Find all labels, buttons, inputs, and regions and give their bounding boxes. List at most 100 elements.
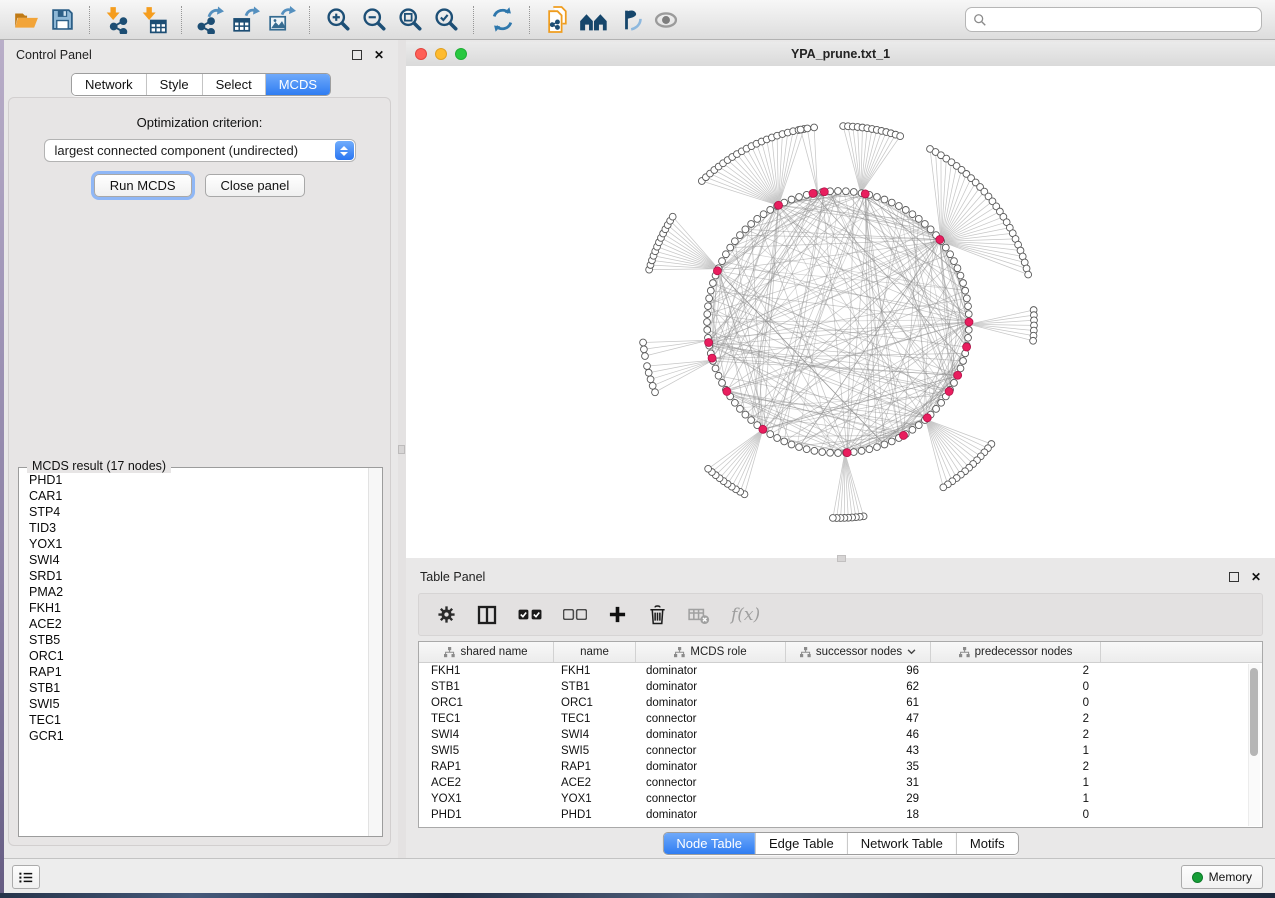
dominator-node[interactable]: [945, 387, 953, 395]
network-node[interactable]: [835, 188, 842, 195]
network-node[interactable]: [641, 346, 648, 353]
cell-shared-name[interactable]: SWI4: [419, 729, 554, 741]
network-node[interactable]: [921, 221, 928, 228]
network-node[interactable]: [850, 189, 857, 196]
search-field[interactable]: [965, 7, 1262, 32]
dominator-node[interactable]: [900, 431, 908, 439]
cell-shared-name[interactable]: YOX1: [419, 793, 554, 805]
memory-button[interactable]: Memory: [1181, 865, 1263, 889]
network-node[interactable]: [704, 319, 711, 326]
tab-style[interactable]: Style: [146, 74, 202, 95]
network-node[interactable]: [881, 441, 888, 448]
network-node[interactable]: [647, 376, 654, 383]
fit-content-button[interactable]: [394, 4, 426, 36]
dominator-node[interactable]: [936, 236, 944, 244]
cell-predecessor-nodes[interactable]: 0: [931, 809, 1101, 821]
cell-shared-name[interactable]: RAP1: [419, 761, 554, 773]
mcds-result-item[interactable]: STB1: [20, 680, 368, 696]
cell-predecessor-nodes[interactable]: 1: [931, 745, 1101, 757]
network-node[interactable]: [796, 194, 803, 201]
network-node[interactable]: [731, 399, 738, 406]
network-document-button[interactable]: [542, 4, 574, 36]
delete-column-button[interactable]: [648, 604, 667, 625]
dominator-node[interactable]: [820, 188, 828, 196]
cell-predecessor-nodes[interactable]: 2: [931, 729, 1101, 741]
first-neighbors-button[interactable]: [578, 4, 610, 36]
mcds-result-item[interactable]: STB5: [20, 632, 368, 648]
scrollbar-thumb[interactable]: [1250, 668, 1258, 756]
network-node[interactable]: [712, 365, 719, 372]
mcds-result-item[interactable]: PMA2: [20, 584, 368, 600]
refresh-button[interactable]: [486, 4, 518, 36]
tab-mcds[interactable]: MCDS: [265, 74, 330, 95]
cell-successor-nodes[interactable]: 47: [786, 713, 931, 725]
dominator-node[interactable]: [708, 354, 716, 362]
cell-predecessor-nodes[interactable]: 2: [931, 665, 1101, 677]
network-node[interactable]: [960, 358, 967, 365]
mcds-result-item[interactable]: GCR1: [20, 728, 368, 744]
dominator-node[interactable]: [861, 190, 869, 198]
table-row[interactable]: RAP1RAP1dominator352: [419, 759, 1262, 775]
cell-name[interactable]: SWI4: [554, 729, 636, 741]
cell-MCDS-role[interactable]: dominator: [636, 681, 786, 693]
network-node[interactable]: [965, 327, 972, 334]
network-node[interactable]: [915, 215, 922, 222]
cell-shared-name[interactable]: SWI5: [419, 745, 554, 757]
network-node[interactable]: [962, 287, 969, 294]
network-node[interactable]: [803, 446, 810, 453]
import-network-button[interactable]: [102, 4, 134, 36]
mcds-result-item[interactable]: YOX1: [20, 536, 368, 552]
show-all-button[interactable]: [650, 4, 682, 36]
cell-MCDS-role[interactable]: dominator: [636, 665, 786, 677]
tab-motifs[interactable]: Motifs: [956, 833, 1018, 854]
cell-successor-nodes[interactable]: 61: [786, 697, 931, 709]
cell-name[interactable]: FKH1: [554, 665, 636, 677]
network-node[interactable]: [781, 438, 788, 445]
network-node[interactable]: [963, 295, 970, 302]
cell-name[interactable]: PHD1: [554, 809, 636, 821]
cell-name[interactable]: SWI5: [554, 745, 636, 757]
network-node[interactable]: [704, 311, 711, 318]
cell-MCDS-role[interactable]: dominator: [636, 729, 786, 741]
cell-predecessor-nodes[interactable]: 0: [931, 681, 1101, 693]
network-node[interactable]: [652, 389, 659, 396]
mcds-result-item[interactable]: SWI5: [20, 696, 368, 712]
deselect-all-rows-button[interactable]: [563, 609, 587, 620]
network-node[interactable]: [909, 211, 916, 218]
cell-shared-name[interactable]: PHD1: [419, 809, 554, 821]
network-node[interactable]: [767, 431, 774, 438]
cell-predecessor-nodes[interactable]: 1: [931, 777, 1101, 789]
float-panel-icon[interactable]: [350, 48, 364, 62]
network-node[interactable]: [874, 444, 881, 451]
cell-shared-name[interactable]: TEC1: [419, 713, 554, 725]
network-node[interactable]: [706, 295, 713, 302]
network-node[interactable]: [742, 411, 749, 418]
table-row[interactable]: FKH1FKH1dominator962: [419, 663, 1262, 679]
network-node[interactable]: [858, 447, 865, 454]
column-header-successor-nodes[interactable]: successor nodes: [786, 642, 931, 662]
network-node[interactable]: [645, 369, 652, 376]
column-header-name[interactable]: name: [554, 642, 636, 662]
table-row[interactable]: YOX1YOX1connector291: [419, 791, 1262, 807]
cell-successor-nodes[interactable]: 35: [786, 761, 931, 773]
select-all-rows-button[interactable]: [518, 609, 542, 620]
network-node[interactable]: [748, 417, 755, 424]
network-node[interactable]: [704, 327, 711, 334]
cell-predecessor-nodes[interactable]: 0: [931, 697, 1101, 709]
mcds-list-scrollbar[interactable]: [368, 468, 382, 836]
mcds-result-item[interactable]: STP4: [20, 504, 368, 520]
hide-selected-button[interactable]: [614, 4, 646, 36]
table-row[interactable]: STB1STB1dominator620: [419, 679, 1262, 695]
open-session-button[interactable]: [10, 4, 42, 36]
dominator-node[interactable]: [713, 267, 721, 275]
network-node[interactable]: [835, 450, 842, 457]
network-node[interactable]: [719, 379, 726, 386]
tab-edge-table[interactable]: Edge Table: [755, 833, 847, 854]
cell-MCDS-role[interactable]: connector: [636, 793, 786, 805]
zoom-in-button[interactable]: [322, 4, 354, 36]
cell-name[interactable]: YOX1: [554, 793, 636, 805]
network-node[interactable]: [933, 405, 940, 412]
dominator-node[interactable]: [963, 343, 971, 351]
network-node[interactable]: [866, 446, 873, 453]
network-node[interactable]: [705, 465, 712, 472]
